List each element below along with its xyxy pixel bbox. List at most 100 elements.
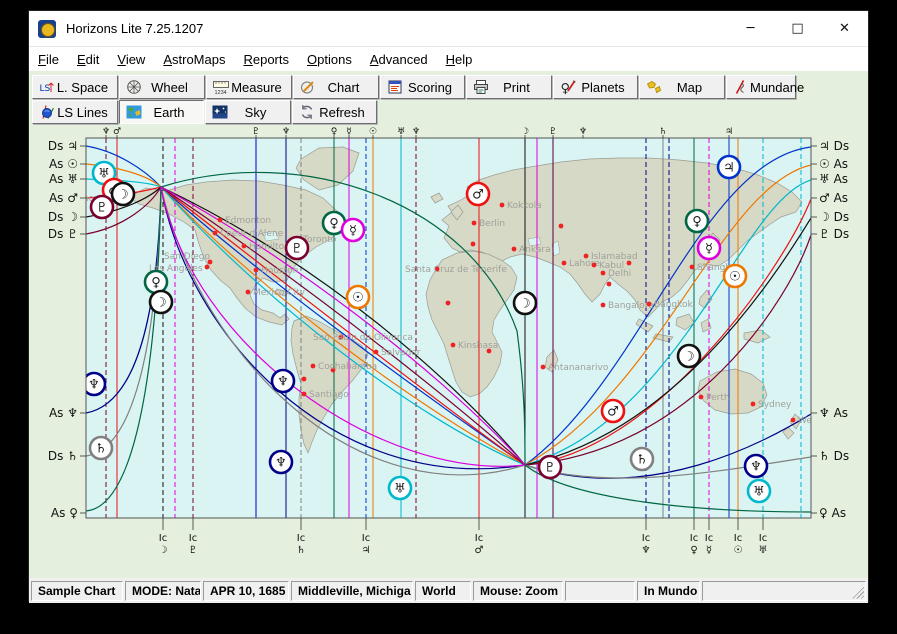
status-panel-9 bbox=[702, 581, 866, 601]
edge-label-left: Ds ♄ bbox=[48, 449, 78, 463]
minimize-button[interactable]: ─ bbox=[727, 11, 774, 47]
toolbar-button-label: L. Space bbox=[56, 80, 117, 95]
toolbar-button-label: Chart bbox=[317, 80, 378, 95]
planet-marker-glyph: ☽ bbox=[117, 188, 129, 203]
toolbar-button-mundane[interactable]: Mundane bbox=[726, 75, 796, 99]
city-label: Antananarivo bbox=[548, 363, 609, 373]
menu-item-view[interactable]: View bbox=[108, 49, 154, 70]
city-dot bbox=[699, 395, 704, 400]
planet-marker-glyph: ♆ bbox=[750, 460, 762, 475]
planet-marker-glyph: ♇ bbox=[291, 242, 303, 257]
edge-label-right: ♆ As bbox=[819, 406, 848, 420]
edge-label-ic-glyph: ♃ bbox=[362, 545, 371, 556]
status-bar: Sample ChartMODE: NatalAPR 10, 1685Middl… bbox=[29, 578, 868, 603]
menu-item-options[interactable]: Options bbox=[298, 49, 361, 70]
toolbar-button-scoring[interactable]: Scoring bbox=[380, 75, 465, 99]
edge-label-ic: Ic bbox=[705, 533, 713, 544]
city-dot bbox=[213, 231, 218, 236]
city-dot bbox=[601, 303, 606, 308]
city-label: Kokkola bbox=[507, 201, 542, 211]
planet-marker-glyph: ♀ bbox=[692, 215, 702, 230]
menu-item-advanced[interactable]: Advanced bbox=[361, 49, 437, 70]
planet-marker-glyph: ☉ bbox=[729, 270, 741, 285]
edge-label-ic: Ic bbox=[734, 533, 742, 544]
planet-marker-glyph: ♀ bbox=[151, 276, 161, 291]
toolbar-button-measure[interactable]: 1234Measure bbox=[206, 75, 292, 99]
city-dot bbox=[592, 263, 597, 268]
edge-label-right: ♄ Ds bbox=[819, 449, 849, 463]
toolbar-button-label: Refresh bbox=[316, 105, 376, 120]
menu-item-edit[interactable]: Edit bbox=[68, 49, 108, 70]
toolbar-button-chart[interactable]: Chart bbox=[293, 75, 379, 99]
resize-grip[interactable] bbox=[850, 585, 864, 599]
edge-label-ic: Ic bbox=[690, 533, 698, 544]
edge-label-ic-glyph: ♂ bbox=[475, 545, 484, 556]
svg-text:1234: 1234 bbox=[215, 90, 227, 95]
city-dot bbox=[690, 265, 695, 270]
toolbar-button-label: Map bbox=[663, 80, 724, 95]
status-panel-6: Mouse: Zoom bbox=[473, 581, 563, 601]
edge-label-ic: Ic bbox=[297, 533, 305, 544]
edge-label-left: As ♆ bbox=[49, 406, 78, 420]
world-map[interactable]: AnchorageEdmontonCoeur d'AleneHamiltonTo… bbox=[29, 125, 870, 578]
astro-map-area[interactable]: AnchorageEdmontonCoeur d'AleneHamiltonTo… bbox=[29, 125, 870, 578]
mundane-icon bbox=[732, 79, 750, 95]
city-label: Houston bbox=[261, 266, 298, 276]
toolbar-button-label: Planets bbox=[577, 80, 637, 95]
edge-label-right: ♂ As bbox=[819, 191, 848, 205]
status-panel-2: MODE: Natal bbox=[125, 581, 201, 601]
menu-item-reports[interactable]: Reports bbox=[234, 49, 298, 70]
map-icon bbox=[645, 79, 663, 95]
city-label: San Diego bbox=[164, 252, 210, 262]
toolbar-button-earth[interactable]: Earth bbox=[119, 100, 204, 124]
toolbar-button-label: Earth bbox=[143, 105, 203, 120]
city-label: Sao Paulo de Olivenca bbox=[313, 333, 413, 343]
city-dot bbox=[302, 392, 307, 397]
menu-bar: FileEditViewAstroMapsReportsOptionsAdvan… bbox=[29, 47, 868, 71]
city-dot bbox=[559, 224, 564, 229]
city-dot bbox=[218, 218, 223, 223]
line-space-icon: LS bbox=[38, 79, 56, 95]
title-bar: Horizons Lite 7.25.1207 ─ □ ✕ bbox=[29, 11, 868, 47]
toolbar-button-print[interactable]: Print bbox=[466, 75, 552, 99]
toolbar-button-label: Sky bbox=[229, 105, 290, 120]
city-label: Edmonton bbox=[225, 216, 271, 226]
city-label: Mexico City bbox=[253, 288, 306, 298]
menu-item-help[interactable]: Help bbox=[437, 49, 482, 70]
planet-marker-glyph: ♆ bbox=[275, 456, 287, 471]
menu-item-file[interactable]: File bbox=[29, 49, 68, 70]
planet-marker-glyph: ☿ bbox=[349, 224, 357, 239]
wheel-icon bbox=[125, 79, 143, 95]
toolbar-button-wheel[interactable]: Wheel bbox=[119, 75, 205, 99]
city-dot bbox=[374, 350, 379, 355]
edge-label-right: ♅ As bbox=[819, 172, 848, 186]
svg-text:♀: ♀ bbox=[561, 82, 571, 96]
city-label: Kinshasa bbox=[458, 341, 498, 351]
city-label: Sydney bbox=[758, 400, 792, 410]
toolbar-button-l-space[interactable]: LSL. Space bbox=[32, 75, 118, 99]
edge-label-ic-glyph: ♄ bbox=[297, 545, 306, 556]
planet-marker-glyph: ♇ bbox=[544, 461, 556, 476]
edge-label-ic: Ic bbox=[189, 533, 197, 544]
chart-icon bbox=[299, 79, 317, 95]
earth-icon bbox=[125, 104, 143, 120]
maximize-button[interactable]: □ bbox=[774, 11, 821, 47]
toolbar-button-map[interactable]: Map bbox=[639, 75, 725, 99]
close-button[interactable]: ✕ bbox=[821, 11, 868, 47]
toolbar-button-refresh[interactable]: Refresh bbox=[292, 100, 377, 124]
city-label: Coeur d'Alene bbox=[220, 229, 284, 239]
toolbar-button-sky[interactable]: Sky bbox=[205, 100, 291, 124]
city-dot bbox=[791, 418, 796, 423]
menu-item-astromaps[interactable]: AstroMaps bbox=[154, 49, 234, 70]
edge-label-ic: Ic bbox=[159, 533, 167, 544]
edge-label-right: ☽ Ds bbox=[819, 210, 849, 224]
edge-label-right: ♀ As bbox=[819, 506, 846, 520]
edge-label-ic: Ic bbox=[475, 533, 483, 544]
city-label: Berlin bbox=[479, 219, 505, 229]
print-icon bbox=[472, 79, 490, 95]
toolbar-button-ls-lines[interactable]: LS Lines bbox=[32, 100, 118, 124]
measure-icon: 1234 bbox=[212, 79, 230, 95]
app-window: Horizons Lite 7.25.1207 ─ □ ✕ FileEditVi… bbox=[28, 10, 869, 602]
toolbar-button-planets[interactable]: ♀ Planets bbox=[553, 75, 638, 99]
edge-label-ic-glyph: ☉ bbox=[734, 545, 743, 556]
